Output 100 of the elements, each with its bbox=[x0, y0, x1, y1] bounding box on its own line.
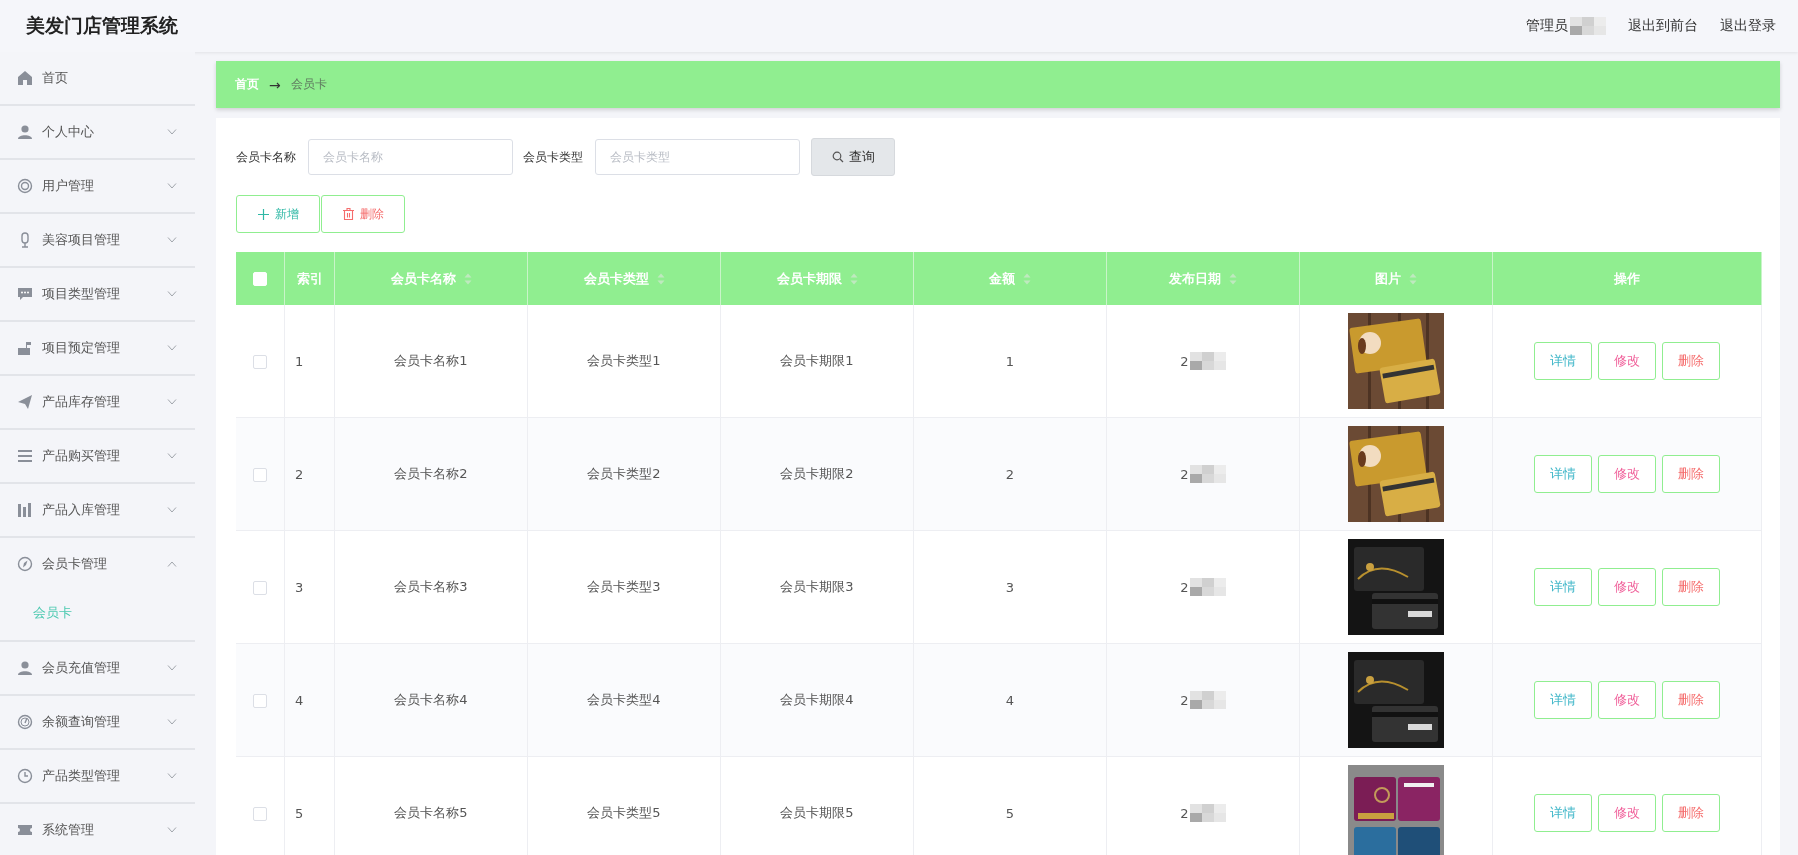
row-action-button[interactable]: 修改 bbox=[1598, 568, 1656, 606]
submenu-item[interactable]: 会员卡 bbox=[0, 590, 195, 640]
row-action-button[interactable]: 详情 bbox=[1534, 342, 1592, 380]
sidebar-item[interactable]: 用户管理 bbox=[0, 160, 195, 212]
table-cell: 会员卡类型2 bbox=[587, 466, 661, 481]
add-button[interactable]: 新增 bbox=[236, 195, 320, 233]
search-icon bbox=[831, 151, 844, 163]
sidebar-item[interactable]: 产品购买管理 bbox=[0, 430, 195, 482]
row-action-button[interactable]: 删除 bbox=[1662, 568, 1720, 606]
chevron-down-icon bbox=[167, 665, 177, 671]
sort-icon bbox=[1023, 272, 1031, 285]
table-cell: 会员卡名称3 bbox=[394, 579, 468, 594]
send-icon bbox=[17, 394, 33, 410]
sort-icon bbox=[849, 272, 858, 285]
row-action-button[interactable]: 修改 bbox=[1598, 455, 1656, 493]
table-cell: 会员卡名称2 bbox=[394, 466, 468, 481]
table-cell: 2 bbox=[1005, 466, 1015, 482]
sort-icon bbox=[1229, 272, 1237, 285]
chevron-down-icon bbox=[167, 129, 177, 135]
table-cell: 会员卡期限5 bbox=[780, 805, 854, 820]
sidebar-item[interactable]: 产品入库管理 bbox=[0, 484, 195, 536]
row-checkbox[interactable] bbox=[253, 354, 267, 369]
chevron-down-icon bbox=[167, 345, 177, 351]
row-checkbox[interactable] bbox=[253, 693, 267, 708]
table-cell: 会员卡类型4 bbox=[587, 692, 661, 707]
header-link[interactable]: 退出到前台 bbox=[1628, 17, 1698, 35]
breadcrumb-current: 会员卡 bbox=[290, 76, 327, 93]
row-action-button[interactable]: 删除 bbox=[1662, 455, 1720, 493]
row-checkbox[interactable] bbox=[253, 580, 267, 595]
chevron-down-icon bbox=[167, 827, 177, 833]
chevron-down-icon bbox=[167, 183, 177, 189]
table-cell: 会员卡名称5 bbox=[394, 805, 468, 820]
sidebar-item[interactable]: 余额查询管理 bbox=[0, 696, 195, 748]
gauge-icon bbox=[17, 714, 33, 730]
table-cell: 1 bbox=[295, 353, 304, 369]
chevron-down-icon bbox=[167, 291, 177, 297]
row-action-button[interactable]: 删除 bbox=[1662, 342, 1720, 380]
row-checkbox[interactable] bbox=[253, 467, 267, 482]
search-field[interactable]: 会员卡名称 bbox=[308, 139, 513, 175]
row-action-button[interactable]: 修改 bbox=[1598, 794, 1656, 832]
table-cell: 会员卡类型1 bbox=[587, 353, 661, 368]
plus-icon bbox=[257, 208, 269, 220]
search-button[interactable]: 查询 bbox=[811, 138, 895, 176]
chevron-down-icon bbox=[167, 237, 177, 243]
header-link[interactable]: 退出登录 bbox=[1720, 17, 1776, 35]
sidebar-item[interactable]: 产品库存管理 bbox=[0, 376, 195, 428]
redaction-mosaic bbox=[1570, 17, 1606, 35]
sidebar-item[interactable]: 会员卡管理 bbox=[0, 538, 195, 590]
chevron-down-icon bbox=[167, 773, 177, 779]
row-checkbox[interactable] bbox=[253, 806, 267, 821]
user-icon bbox=[17, 124, 33, 140]
compass-icon bbox=[17, 556, 33, 572]
table-cell: 会员卡期限2 bbox=[780, 466, 854, 481]
table-cell: 会员卡期限3 bbox=[780, 579, 854, 594]
row-action-button[interactable]: 详情 bbox=[1534, 568, 1592, 606]
table-cell: 2 bbox=[1180, 579, 1189, 595]
table-cell: 会员卡类型5 bbox=[587, 805, 661, 820]
redaction-mosaic bbox=[1189, 804, 1226, 822]
delete-button[interactable]: 删除 bbox=[321, 195, 405, 233]
column-header: 索引 bbox=[296, 269, 323, 288]
row-action-button[interactable]: 修改 bbox=[1598, 681, 1656, 719]
table-cell: 2 bbox=[1180, 466, 1189, 482]
field-label: 会员卡类型 bbox=[523, 148, 583, 166]
table-cell: 会员卡期限1 bbox=[780, 353, 854, 368]
user-icon bbox=[17, 660, 33, 676]
redaction-mosaic bbox=[1189, 691, 1226, 709]
sidebar-item[interactable]: 产品类型管理 bbox=[0, 750, 195, 802]
table-cell: 2 bbox=[1180, 353, 1189, 369]
table-cell: 会员卡类型3 bbox=[587, 579, 661, 594]
row-action-button[interactable]: 详情 bbox=[1534, 681, 1592, 719]
sidebar-item[interactable]: 美容项目管理 bbox=[0, 214, 195, 266]
table-cell: 会员卡名称1 bbox=[394, 353, 468, 368]
row-action-button[interactable]: 修改 bbox=[1598, 342, 1656, 380]
ticket-icon bbox=[17, 822, 33, 838]
arrow-icon: → bbox=[269, 76, 281, 93]
ring-icon bbox=[17, 178, 33, 194]
row-action-button[interactable]: 删除 bbox=[1662, 794, 1720, 832]
search-field[interactable]: 会员卡类型 bbox=[595, 139, 800, 175]
table-cell: 2 bbox=[295, 466, 304, 482]
sidebar-item[interactable]: 个人中心 bbox=[0, 106, 195, 158]
chevron-up-icon bbox=[167, 561, 177, 567]
chevron-down-icon bbox=[167, 719, 177, 725]
table-cell: 3 bbox=[1005, 579, 1015, 595]
admin-label: 管理员 bbox=[1526, 17, 1568, 35]
sidebar-item[interactable]: 项目类型管理 bbox=[0, 268, 195, 320]
row-action-button[interactable]: 删除 bbox=[1662, 681, 1720, 719]
chat-icon bbox=[17, 286, 33, 302]
select-all-checkbox[interactable] bbox=[253, 272, 267, 287]
redaction-mosaic bbox=[1189, 578, 1226, 596]
bar-chart-icon bbox=[17, 502, 33, 518]
chevron-down-icon bbox=[167, 453, 177, 459]
sidebar-item[interactable]: 系统管理 bbox=[0, 804, 195, 855]
table-cell: 1 bbox=[1005, 353, 1015, 369]
table-cell: 5 bbox=[295, 805, 304, 821]
sidebar-item[interactable]: 首页 bbox=[0, 52, 195, 104]
sidebar-item[interactable]: 会员充值管理 bbox=[0, 642, 195, 694]
row-action-button[interactable]: 详情 bbox=[1534, 455, 1592, 493]
table-cell: 2 bbox=[1180, 805, 1189, 821]
row-action-button[interactable]: 详情 bbox=[1534, 794, 1592, 832]
sidebar-item[interactable]: 项目预定管理 bbox=[0, 322, 195, 374]
